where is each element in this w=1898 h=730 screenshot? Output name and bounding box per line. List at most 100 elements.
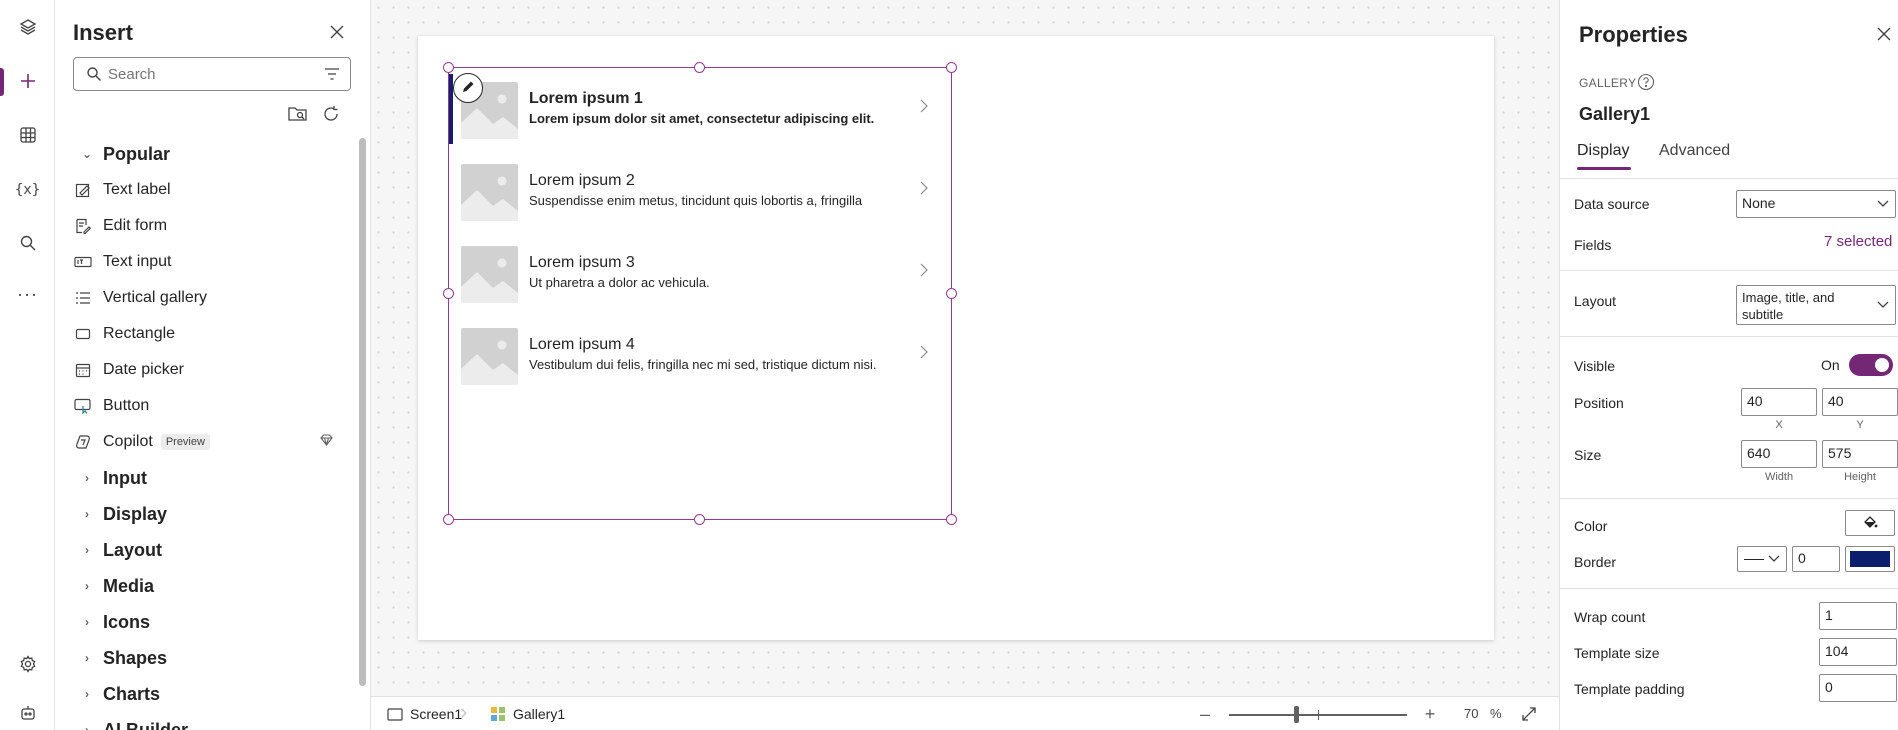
tab-display[interactable]: Display: [1577, 142, 1629, 160]
data-source-dropdown[interactable]: None: [1736, 190, 1896, 218]
fill-color-picker[interactable]: [1845, 510, 1895, 536]
chevron-right-icon[interactable]: [919, 98, 929, 117]
folder-search-icon[interactable]: [285, 101, 311, 127]
tab-advanced[interactable]: Advanced: [1659, 142, 1730, 160]
item-label: Vertical gallery: [103, 289, 208, 306]
insert-item-text-label[interactable]: Text label: [55, 172, 355, 208]
zoom-in-button[interactable]: +: [1419, 703, 1441, 725]
zoom-out-button[interactable]: –: [1194, 703, 1216, 725]
border-label: Border: [1574, 554, 1617, 570]
resize-handle[interactable]: [946, 62, 957, 73]
search-rail-button[interactable]: [0, 222, 55, 266]
layout-dropdown[interactable]: Image, title, and subtitle: [1736, 285, 1896, 325]
search-input[interactable]: [108, 65, 314, 83]
group-icons[interactable]: › Icons: [55, 604, 355, 640]
resize-handle[interactable]: [443, 288, 454, 299]
insert-scrollbar[interactable]: [359, 138, 366, 686]
item-label: Button: [103, 397, 150, 414]
close-properties-button[interactable]: [1872, 23, 1896, 47]
control-name[interactable]: Gallery1: [1579, 104, 1650, 125]
group-ai-builder[interactable]: › AI Builder: [55, 712, 355, 730]
group-display[interactable]: › Display: [55, 496, 355, 532]
layout-value: subtitle: [1742, 307, 1784, 322]
item-label: Rectangle: [103, 325, 176, 342]
fields-edit-link[interactable]: 7 selected: [1824, 233, 1892, 250]
zoom-level[interactable]: 70: [1464, 706, 1478, 721]
data-button[interactable]: [0, 114, 55, 158]
insert-item-vertical-gallery[interactable]: Vertical gallery: [55, 280, 355, 316]
width-input[interactable]: 640: [1741, 440, 1817, 468]
insert-item-text-input[interactable]: Text input: [55, 244, 355, 280]
zoom-unit: %: [1490, 706, 1502, 721]
insert-search-box[interactable]: [73, 57, 351, 91]
gallery-row[interactable]: Lorem ipsum 1 Lorem ipsum dolor sit amet…: [449, 68, 950, 150]
size-label: Size: [1574, 447, 1602, 463]
height-input[interactable]: 575: [1822, 440, 1898, 468]
gallery-control[interactable]: Lorem ipsum 1 Lorem ipsum dolor sit amet…: [448, 67, 952, 520]
insert-item-rectangle[interactable]: Rectangle: [55, 316, 355, 352]
chevron-right-icon[interactable]: [919, 344, 929, 363]
template-size-input[interactable]: 104: [1819, 638, 1897, 666]
border-color-picker[interactable]: [1845, 546, 1895, 572]
chevron-right-icon[interactable]: [919, 262, 929, 281]
insert-item-date-picker[interactable]: Date picker: [55, 352, 355, 388]
button-icon: [71, 396, 95, 416]
insert-button[interactable]: [0, 60, 55, 104]
gallery-row[interactable]: Lorem ipsum 3 Ut pharetra a dolor ac veh…: [449, 232, 950, 314]
breadcrumb-screen[interactable]: Screen1: [387, 697, 462, 730]
more-button[interactable]: ···: [0, 272, 55, 316]
help-icon[interactable]: [1637, 73, 1655, 94]
chevron-right-icon[interactable]: [919, 180, 929, 199]
border-style-dropdown[interactable]: [1737, 546, 1787, 572]
group-label: Display: [103, 503, 168, 524]
group-label: Charts: [103, 683, 161, 704]
resize-handle[interactable]: [443, 514, 454, 525]
tree-view-button[interactable]: [0, 6, 55, 50]
breadcrumb-label: Gallery1: [513, 706, 566, 722]
visible-toggle[interactable]: [1849, 354, 1893, 376]
resize-handle[interactable]: [694, 62, 705, 73]
virtual-agent-button[interactable]: [0, 692, 55, 730]
resize-handle[interactable]: [443, 62, 454, 73]
border-width-input[interactable]: 0: [1792, 546, 1840, 572]
variables-icon: {x}: [14, 182, 41, 198]
image-placeholder-icon: [461, 164, 518, 221]
template-padding-input[interactable]: 0: [1819, 674, 1897, 702]
height-sublabel: Height: [1844, 471, 1876, 483]
zoom-slider-thumb[interactable]: [1294, 706, 1299, 723]
screen-icon: [387, 707, 403, 721]
layout-label: Layout: [1574, 293, 1617, 309]
gallery-row[interactable]: Lorem ipsum 2 Suspendisse enim metus, ti…: [449, 150, 950, 232]
insert-item-button[interactable]: Button: [55, 388, 355, 424]
group-layout[interactable]: › Layout: [55, 532, 355, 568]
app-screen[interactable]: Lorem ipsum 1 Lorem ipsum dolor sit amet…: [418, 36, 1494, 640]
gallery-row[interactable]: Lorem ipsum 4 Vestibulum dui felis, frin…: [449, 314, 950, 396]
insert-item-edit-form[interactable]: Edit form: [55, 208, 355, 244]
chevron-right-icon: ›: [85, 687, 89, 701]
resize-handle[interactable]: [946, 288, 957, 299]
text-label-icon: [71, 180, 95, 200]
filter-icon[interactable]: [314, 67, 350, 81]
group-media[interactable]: › Media: [55, 568, 355, 604]
chevron-down-icon: [1877, 298, 1889, 316]
position-y-input[interactable]: 40: [1822, 388, 1898, 416]
breadcrumb-gallery[interactable]: Gallery1: [490, 697, 565, 730]
edit-template-button[interactable]: [453, 73, 483, 103]
group-shapes[interactable]: › Shapes: [55, 640, 355, 676]
group-input[interactable]: › Input: [55, 460, 355, 496]
resize-handle[interactable]: [694, 514, 705, 525]
wrap-count-label: Wrap count: [1574, 609, 1646, 625]
close-insert-button[interactable]: [325, 21, 349, 45]
insert-item-copilot[interactable]: Copilot Preview: [55, 424, 355, 460]
variables-button[interactable]: {x}: [0, 168, 55, 212]
position-x-input[interactable]: 40: [1741, 388, 1817, 416]
canvas-area[interactable]: Lorem ipsum 1 Lorem ipsum dolor sit amet…: [371, 0, 1559, 730]
resize-handle[interactable]: [946, 514, 957, 525]
group-charts[interactable]: › Charts: [55, 676, 355, 712]
template-padding-label: Template padding: [1574, 681, 1685, 697]
refresh-icon[interactable]: [318, 101, 344, 127]
fit-to-window-icon[interactable]: [1518, 703, 1540, 725]
settings-button[interactable]: [0, 643, 55, 687]
wrap-count-input[interactable]: 1: [1819, 602, 1897, 630]
group-popular[interactable]: ⌄ Popular: [55, 136, 355, 172]
